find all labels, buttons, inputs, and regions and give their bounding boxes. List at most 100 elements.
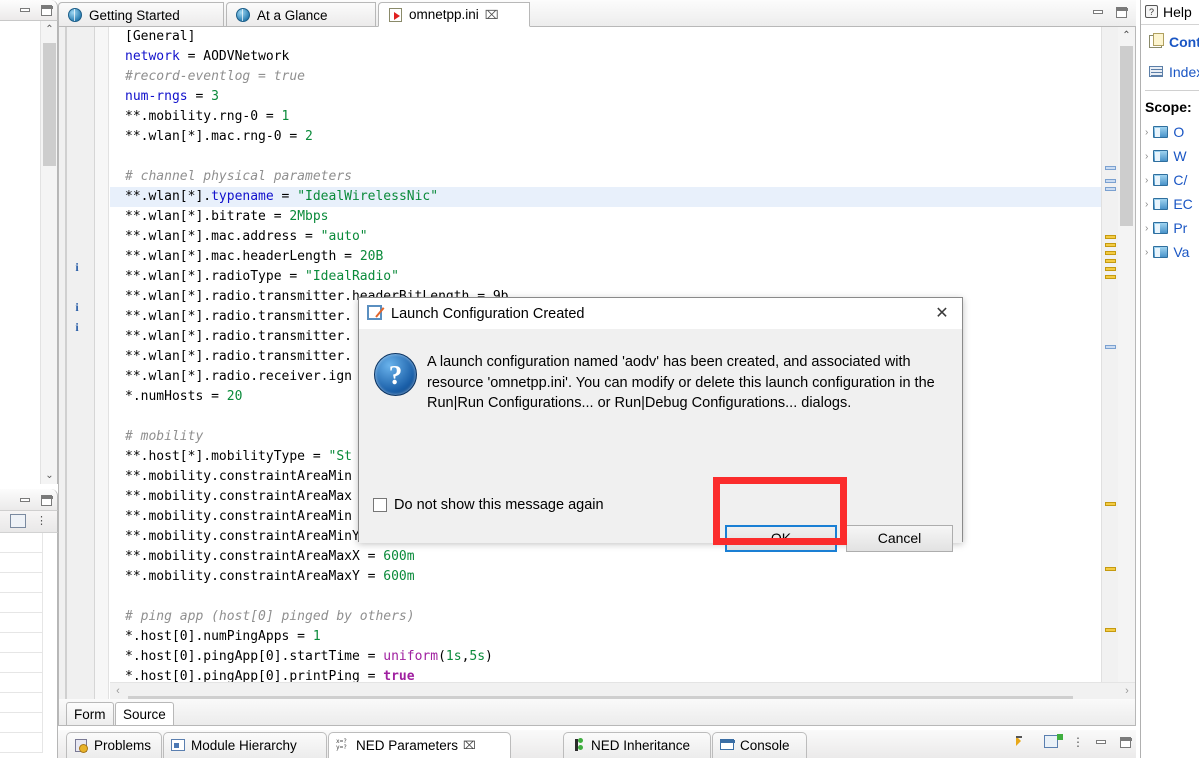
table-row[interactable] — [0, 553, 43, 573]
table-row[interactable] — [0, 633, 43, 653]
maximize-icon[interactable] — [39, 3, 53, 17]
editor-vertical-scrollbar[interactable]: ⌃ ⌄ — [1118, 27, 1135, 699]
ruler-marker-warning[interactable] — [1105, 235, 1116, 239]
new-configuration-icon[interactable] — [1044, 734, 1063, 750]
chevron-right-icon[interactable]: › — [1145, 151, 1148, 162]
scope-item-1[interactable]: › W — [1145, 148, 1187, 164]
scope-item-4[interactable]: › Pr — [1145, 220, 1187, 236]
left-panel-scrollbar[interactable]: ⌃ ⌄ — [40, 21, 57, 484]
code-line[interactable]: **.wlan[*].mac.address = "auto" — [110, 227, 1101, 247]
ruler-marker-info[interactable] — [1105, 187, 1116, 191]
maximize-icon[interactable] — [1118, 735, 1132, 749]
info-marker-icon[interactable]: i — [71, 320, 83, 334]
view-tab-module-hierarchy[interactable]: Module Hierarchy — [163, 732, 327, 758]
code-line[interactable]: **.wlan[*].mac.rng-0 = 2 — [110, 127, 1101, 147]
chevron-right-icon[interactable]: › — [1145, 175, 1148, 186]
minimize-icon[interactable] — [18, 3, 32, 17]
code-line[interactable]: **.mobility.constraintAreaMaxY = 600m — [110, 567, 1101, 587]
ruler-marker-warning[interactable] — [1105, 243, 1116, 247]
minimize-icon[interactable] — [18, 493, 32, 507]
code-line[interactable]: **.wlan[*].radioType = "IdealRadio" — [110, 267, 1101, 287]
code-line[interactable]: **.wlan[*].mac.headerLength = 20B — [110, 247, 1101, 267]
ruler-marker-warning[interactable] — [1105, 628, 1116, 632]
code-line[interactable] — [110, 147, 1101, 167]
table-row[interactable] — [0, 673, 43, 693]
ruler-marker-warning[interactable] — [1105, 251, 1116, 255]
view-menu-icon[interactable]: ⋮ — [36, 514, 47, 528]
maximize-icon[interactable] — [1114, 5, 1128, 19]
code-line[interactable]: [General] — [110, 27, 1101, 47]
close-icon[interactable]: ✕ — [932, 304, 952, 324]
tab-source[interactable]: Source — [115, 702, 174, 725]
scrollbar-thumb[interactable] — [1120, 46, 1133, 226]
ruler-marker-warning[interactable] — [1105, 502, 1116, 506]
scope-item-3[interactable]: › EC — [1145, 196, 1193, 212]
tab-form[interactable]: Form — [66, 702, 114, 725]
scroll-up-icon[interactable]: ⌃ — [1118, 27, 1135, 44]
collapse-all-icon[interactable] — [1016, 734, 1034, 750]
info-marker-icon[interactable]: i — [71, 260, 83, 274]
scroll-right-icon[interactable]: › — [1119, 683, 1135, 700]
chevron-right-icon[interactable]: › — [1145, 247, 1148, 258]
help-view-tab[interactable]: ? Help — [1141, 0, 1199, 25]
table-row[interactable] — [0, 733, 43, 753]
scroll-down-icon[interactable]: ⌄ — [41, 467, 58, 484]
table-row[interactable] — [0, 593, 43, 613]
view-tab-ned-inheritance[interactable]: NED Inheritance — [563, 732, 711, 758]
ruler-marker-warning[interactable] — [1105, 267, 1116, 271]
editor-horizontal-scrollbar[interactable]: ‹ › — [110, 682, 1135, 699]
table-row[interactable] — [0, 693, 43, 713]
ruler-marker-info[interactable] — [1105, 166, 1116, 170]
ruler-marker-warning[interactable] — [1105, 567, 1116, 571]
table-row[interactable] — [0, 713, 43, 733]
editor-gutter[interactable]: i i i — [59, 27, 95, 699]
info-marker-icon[interactable]: i — [71, 300, 83, 314]
scope-item-2[interactable]: › C/ — [1145, 172, 1187, 188]
editor-tab-omnetpp-ini[interactable]: omnetpp.ini ⌧ — [378, 2, 530, 27]
ruler-marker-info[interactable] — [1105, 179, 1116, 183]
minimize-icon[interactable] — [1094, 735, 1108, 749]
ruler-marker-info[interactable] — [1105, 345, 1116, 349]
help-link-index[interactable]: Index — [1149, 64, 1199, 80]
code-line[interactable]: # ping app (host[0] pinged by others) — [110, 607, 1101, 627]
code-line[interactable] — [110, 587, 1101, 607]
scope-item-5[interactable]: › Va — [1145, 244, 1189, 260]
chevron-right-icon[interactable]: › — [1145, 127, 1148, 138]
checkbox-box[interactable] — [373, 498, 387, 512]
code-line[interactable]: network = AODVNetwork — [110, 47, 1101, 67]
help-link-contents[interactable]: Contents — [1149, 33, 1199, 50]
code-line[interactable]: **.mobility.rng-0 = 1 — [110, 107, 1101, 127]
view-tab-console[interactable]: Console — [712, 732, 807, 758]
table-row[interactable] — [0, 573, 43, 593]
editor-tab-at-a-glance[interactable]: At a Glance — [226, 2, 376, 27]
code-line[interactable]: **.wlan[*].bitrate = 2Mbps — [110, 207, 1101, 227]
scroll-up-icon[interactable]: ⌃ — [41, 21, 58, 38]
close-icon[interactable]: ⌧ — [463, 739, 476, 752]
view-menu-icon[interactable]: ⋮ — [1072, 735, 1084, 749]
editor-folding-column[interactable] — [95, 27, 109, 699]
table-row[interactable] — [0, 533, 43, 553]
view-tab-ned-parameters[interactable]: x=? y=? NED Parameters ⌧ — [328, 732, 511, 758]
code-line[interactable]: *.host[0].pingApp[0].startTime = uniform… — [110, 647, 1101, 667]
overview-ruler[interactable] — [1101, 27, 1118, 699]
chevron-right-icon[interactable]: › — [1145, 223, 1148, 234]
chevron-right-icon[interactable]: › — [1145, 199, 1148, 210]
scope-item-0[interactable]: › O — [1145, 124, 1184, 140]
ruler-marker-warning[interactable] — [1105, 259, 1116, 263]
view-tab-problems[interactable]: Problems — [66, 732, 162, 758]
code-line[interactable]: num-rngs = 3 — [110, 87, 1101, 107]
minimize-icon[interactable] — [1091, 5, 1105, 19]
ok-button[interactable]: OK — [725, 525, 837, 552]
table-row[interactable] — [0, 613, 43, 633]
scrollbar-thumb[interactable] — [43, 43, 56, 166]
scroll-left-icon[interactable]: ‹ — [110, 683, 126, 700]
link-with-editor-icon[interactable] — [10, 514, 26, 528]
ruler-marker-warning[interactable] — [1105, 275, 1116, 279]
do-not-show-again-checkbox[interactable]: Do not show this message again — [373, 497, 604, 513]
cancel-button[interactable]: Cancel — [846, 525, 953, 552]
code-line[interactable]: #record-eventlog = true — [110, 67, 1101, 87]
editor-tab-getting-started[interactable]: Getting Started — [58, 2, 224, 27]
code-line[interactable]: # channel physical parameters — [110, 167, 1101, 187]
code-line[interactable]: **.wlan[*].typename = "IdealWirelessNic" — [110, 187, 1101, 207]
code-line[interactable]: *.host[0].numPingApps = 1 — [110, 627, 1101, 647]
